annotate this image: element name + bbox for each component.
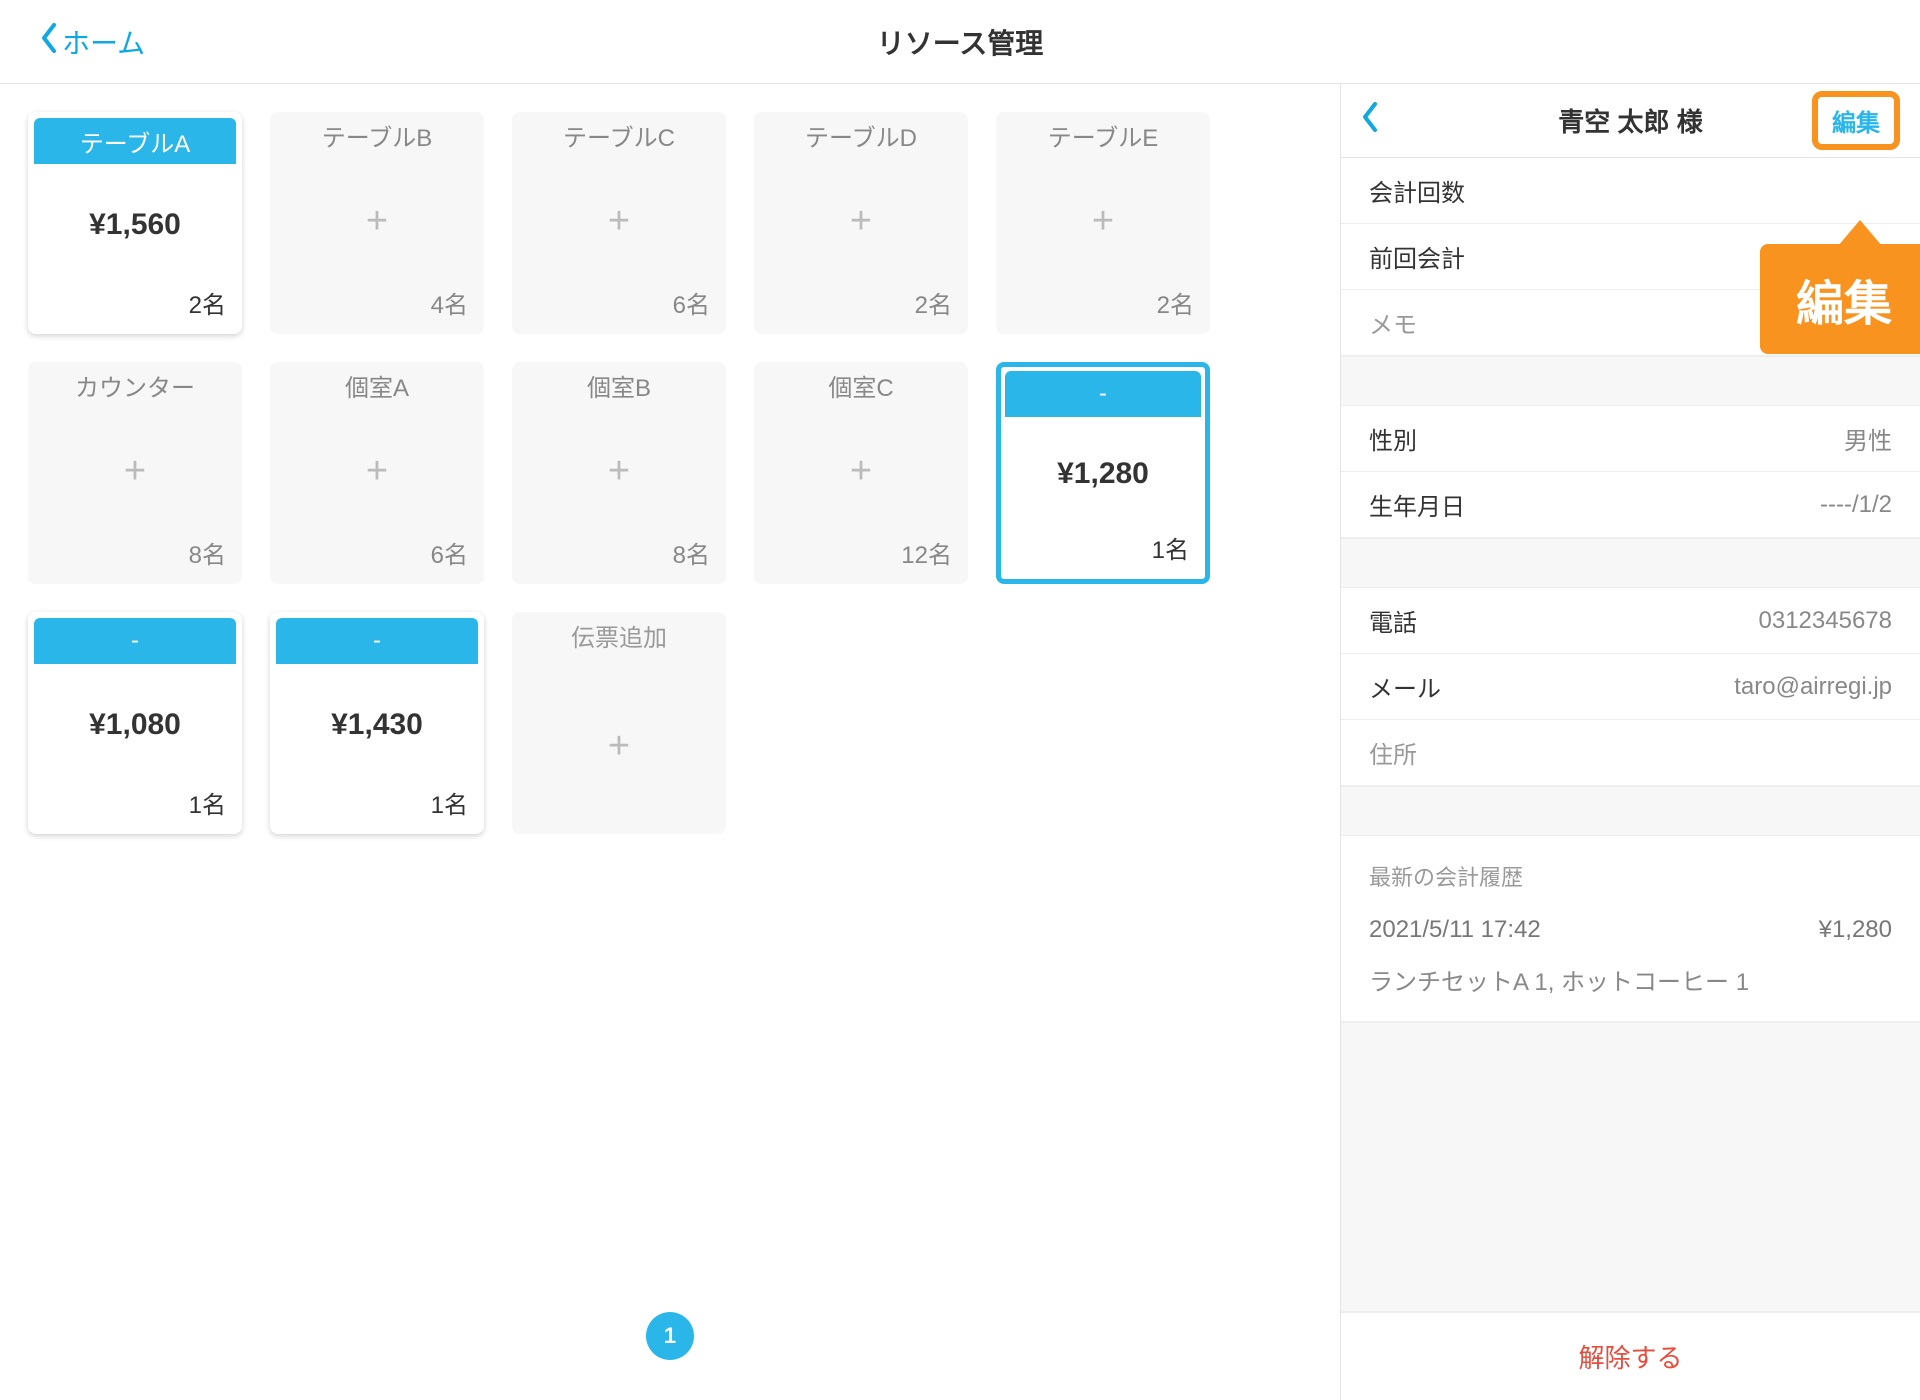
panel-header: 青空 太郎 様 編集 — [1341, 84, 1920, 158]
table-card-capacity: 4名 — [270, 285, 484, 334]
plus-icon: + — [366, 200, 388, 243]
plus-icon: + — [850, 450, 872, 493]
panel-back-button[interactable] — [1361, 102, 1379, 139]
row-email: メール taro@airregi.jp — [1341, 654, 1920, 720]
table-card-label: 伝票追加 — [512, 612, 726, 658]
table-card[interactable]: 個室A +6名 — [270, 362, 484, 584]
edit-callout: 編集 — [1760, 244, 1920, 354]
table-card[interactable]: 個室C +12名 — [754, 362, 968, 584]
row-address: 住所 — [1341, 720, 1920, 786]
table-card-capacity: 1名 — [1001, 530, 1205, 579]
table-card-label: - — [34, 618, 236, 664]
table-card-capacity: 8名 — [28, 535, 242, 584]
history-items: ランチセットA 1, ホットコーヒー 1 — [1369, 962, 1892, 997]
table-card-capacity: 8名 — [512, 535, 726, 584]
table-card[interactable]: テーブルE +2名 — [996, 112, 1210, 334]
section-gap — [1341, 538, 1920, 588]
back-home-link[interactable]: ホーム — [40, 22, 145, 62]
table-card-label: - — [1005, 371, 1201, 417]
table-card[interactable]: テーブルC +6名 — [512, 112, 726, 334]
history-title: 最新の会計履歴 — [1341, 836, 1920, 904]
chevron-left-icon — [40, 23, 58, 60]
back-home-label: ホーム — [62, 22, 145, 62]
table-card[interactable]: テーブルA ¥1,560 2名 — [28, 112, 242, 334]
section-gap — [1341, 1022, 1920, 1312]
plus-icon: + — [608, 725, 630, 768]
table-card-label: - — [276, 618, 478, 664]
table-card-label: カウンター — [28, 362, 242, 408]
history-entry[interactable]: 2021/5/11 17:42 ¥1,280 ランチセットA 1, ホットコーヒ… — [1341, 904, 1920, 1022]
customer-panel: 青空 太郎 様 編集 編集 会計回数 前回会計 メモ 性別 男性 生年月日 --… — [1340, 84, 1920, 1400]
history-amount: ¥1,280 — [1819, 916, 1892, 944]
plus-icon: + — [366, 450, 388, 493]
section-gap — [1341, 356, 1920, 406]
page-title: リソース管理 — [877, 22, 1044, 62]
row-accounting-count: 会計回数 — [1341, 158, 1920, 224]
table-card-capacity: 1名 — [270, 785, 484, 834]
table-card-label: 個室C — [754, 362, 968, 408]
plus-icon: + — [608, 200, 630, 243]
table-card-capacity: 2名 — [996, 285, 1210, 334]
plus-icon: + — [608, 450, 630, 493]
plus-icon: + — [124, 450, 146, 493]
plus-icon: + — [1092, 200, 1114, 243]
history-datetime: 2021/5/11 17:42 — [1369, 916, 1541, 944]
table-card-capacity: 2名 — [754, 285, 968, 334]
table-card[interactable]: 伝票追加 + — [512, 612, 726, 834]
table-card-label: 個室A — [270, 362, 484, 408]
table-card-capacity: 2名 — [28, 285, 242, 334]
release-button[interactable]: 解除する — [1341, 1312, 1920, 1400]
row-birthday: 生年月日 ----/1/2 — [1341, 472, 1920, 538]
table-card-capacity: 12名 — [754, 535, 968, 584]
table-card[interactable]: カウンター +8名 — [28, 362, 242, 584]
table-card[interactable]: - ¥1,430 1名 — [270, 612, 484, 834]
table-card[interactable]: - ¥1,280 1名 — [996, 362, 1210, 584]
pagination: 1 — [646, 1312, 694, 1360]
customer-name: 青空 太郎 様 — [1558, 102, 1702, 139]
table-card-price: ¥1,560 — [89, 208, 181, 242]
table-card-capacity: 6名 — [270, 535, 484, 584]
table-card[interactable]: テーブルB +4名 — [270, 112, 484, 334]
table-card-label: テーブルA — [34, 118, 236, 164]
table-grid-area: テーブルA¥1,5602名テーブルB+4名テーブルC+6名テーブルD+2名テーブ… — [0, 84, 1340, 1400]
app-header: ホーム リソース管理 — [0, 0, 1920, 84]
table-card-label: テーブルB — [270, 112, 484, 158]
table-card[interactable]: テーブルD +2名 — [754, 112, 968, 334]
table-card-label: テーブルE — [996, 112, 1210, 158]
table-card-capacity: 6名 — [512, 285, 726, 334]
table-card-label: テーブルD — [754, 112, 968, 158]
edit-button[interactable]: 編集 — [1812, 91, 1900, 150]
table-card-price: ¥1,080 — [89, 708, 181, 742]
page-1-button[interactable]: 1 — [646, 1312, 694, 1360]
table-card-label: テーブルC — [512, 112, 726, 158]
table-card-label: 個室B — [512, 362, 726, 408]
row-phone: 電話 0312345678 — [1341, 588, 1920, 654]
table-card[interactable]: - ¥1,080 1名 — [28, 612, 242, 834]
table-card-price: ¥1,280 — [1057, 457, 1149, 491]
table-card[interactable]: 個室B +8名 — [512, 362, 726, 584]
row-gender: 性別 男性 — [1341, 406, 1920, 472]
section-gap — [1341, 786, 1920, 836]
table-card-price: ¥1,430 — [331, 708, 423, 742]
table-card-capacity: 1名 — [28, 785, 242, 834]
plus-icon: + — [850, 200, 872, 243]
